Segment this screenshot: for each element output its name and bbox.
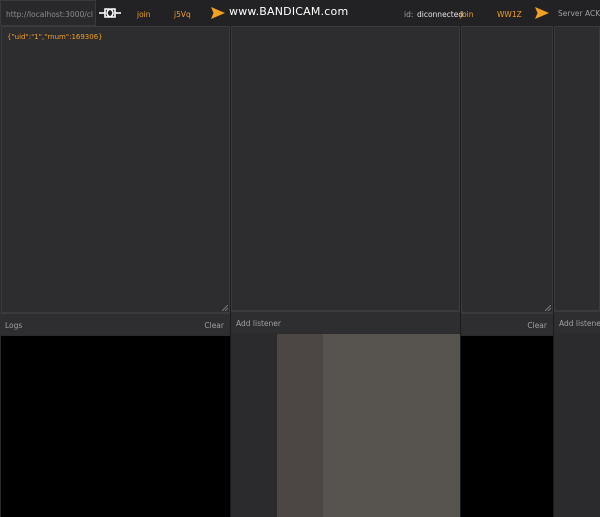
connection-status: diconnected [417, 10, 464, 19]
message-editor-right[interactable] [461, 26, 553, 313]
add-listener-button[interactable]: Add listener [559, 319, 600, 328]
listener-bar: Add listener [231, 311, 460, 333]
logs-bar-right: Clear [461, 313, 553, 335]
screen-overlay-light [323, 334, 460, 517]
add-listener-button[interactable]: Add listener [236, 319, 281, 328]
listener-bar-right: Add listener [554, 311, 600, 333]
message-editor-middle[interactable] [231, 26, 460, 311]
send-arrow-icon[interactable] [535, 7, 549, 19]
clear-logs-button[interactable]: Clear [204, 321, 224, 330]
plug-icon[interactable] [99, 6, 121, 20]
message-editor-left[interactable]: {"uid":"1","rnum":169306} [1, 26, 230, 313]
top-toolbar: http://localhost:3000/cl join j5Vq www.B… [0, 0, 600, 26]
logs-label: Logs [5, 321, 23, 330]
resize-grip-icon[interactable] [222, 305, 228, 311]
clear-logs-button[interactable]: Clear [527, 321, 547, 330]
room-input-left[interactable]: j5Vq [174, 10, 191, 19]
id-label: id: [404, 10, 414, 19]
join-button-right[interactable]: join [460, 10, 474, 19]
send-arrow-icon[interactable] [211, 7, 225, 19]
room-input-right[interactable]: WW1Z [497, 10, 522, 19]
server-ack-label: Server ACK Ra [558, 9, 600, 18]
join-button-left[interactable]: join [137, 10, 151, 19]
log-output-right [461, 336, 553, 517]
url-input[interactable]: http://localhost:3000/cl [0, 0, 96, 26]
editor-content: {"uid":"1","rnum":169306} [7, 33, 103, 41]
bandicam-watermark: www.BANDICAM.com [229, 5, 349, 18]
screen-overlay-dark [277, 334, 323, 517]
message-editor-far-right[interactable] [554, 26, 600, 311]
listener-list [231, 334, 277, 517]
resize-grip-icon[interactable] [545, 305, 551, 311]
listener-list-right [554, 334, 600, 517]
log-output [1, 336, 230, 517]
logs-bar: Logs Clear [0, 313, 230, 335]
